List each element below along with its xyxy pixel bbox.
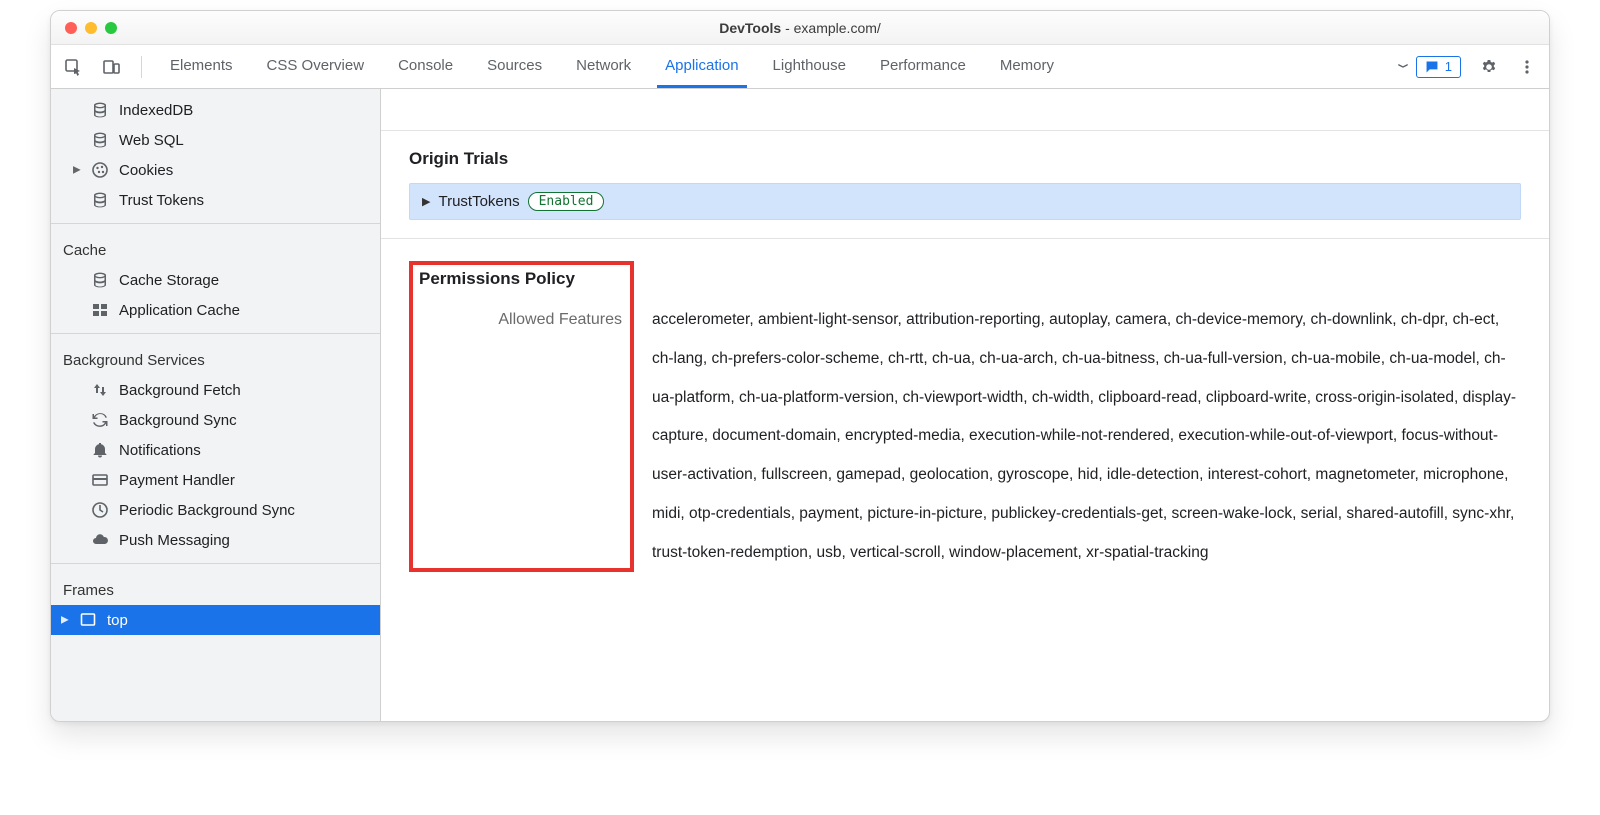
sidebar-group-cache: Cache — [51, 232, 380, 265]
clock-icon — [91, 501, 109, 519]
sidebar-item-label: Notifications — [119, 442, 201, 459]
tab-css-overview[interactable]: CSS Overview — [259, 45, 373, 88]
tab-performance[interactable]: Performance — [872, 45, 974, 88]
db-icon — [91, 131, 109, 149]
frame-header-spacer — [381, 89, 1549, 131]
allowed-features-label: Allowed Features — [419, 311, 622, 329]
sidebar-item-label: Trust Tokens — [119, 192, 204, 209]
device-toolbar-icon[interactable] — [97, 53, 125, 81]
db-icon — [91, 271, 109, 289]
application-sidebar: IndexedDB Web SQL ▶ Cookies Trust Tokens Cac… — [51, 89, 381, 721]
tab-console[interactable]: Console — [390, 45, 461, 88]
settings-icon[interactable] — [1475, 53, 1503, 81]
sidebar-item-label: Background Fetch — [119, 382, 241, 399]
sidebar-item-cache-storage[interactable]: Cache Storage — [51, 265, 380, 295]
tab-sources[interactable]: Sources — [479, 45, 550, 88]
frame-icon — [79, 611, 97, 629]
sidebar-item-cookies[interactable]: ▶ Cookies — [51, 155, 380, 185]
sidebar-item-label: Web SQL — [119, 132, 184, 149]
separator — [51, 563, 380, 564]
separator — [141, 56, 142, 78]
sidebar-item-notifications[interactable]: Notifications — [51, 435, 380, 465]
bell-icon — [91, 441, 109, 459]
db-icon — [91, 191, 109, 209]
zoom-window-icon[interactable] — [105, 22, 117, 34]
card-icon — [91, 471, 109, 489]
origin-trials-section: Origin Trials ▶ TrustTokens Enabled — [381, 131, 1549, 220]
permissions-policy-highlight-box: Permissions Policy Allowed Features — [409, 261, 634, 572]
tab-lighthouse[interactable]: Lighthouse — [765, 45, 854, 88]
expand-caret-icon: ▶ — [422, 195, 430, 208]
origin-trial-row[interactable]: ▶ TrustTokens Enabled — [409, 183, 1521, 220]
sidebar-item-application-cache[interactable]: Application Cache — [51, 295, 380, 325]
sidebar-item-label: Cache Storage — [119, 272, 219, 289]
tab-memory[interactable]: Memory — [992, 45, 1062, 88]
window-title-site: example.com/ — [794, 20, 881, 36]
window-title-app: DevTools — [719, 20, 781, 36]
sync-icon — [91, 411, 109, 429]
sidebar-item-indexeddb[interactable]: IndexedDB — [51, 95, 380, 125]
sidebar-item-label: Payment Handler — [119, 472, 235, 489]
permissions-policy-section: Permissions Policy Allowed Features acce… — [381, 239, 1549, 596]
sidebar-item-label: Cookies — [119, 162, 173, 179]
more-tabs-icon[interactable] — [1390, 45, 1416, 88]
grid-icon — [91, 301, 109, 319]
sidebar-item-label: Push Messaging — [119, 532, 230, 549]
sidebar-item-trust-tokens[interactable]: Trust Tokens — [51, 185, 380, 215]
expand-caret-icon: ▶ — [73, 165, 81, 176]
tabsbar: Elements CSS Overview Console Sources Networ… — [51, 45, 1549, 89]
origin-trial-name: TrustTokens — [438, 193, 519, 210]
window-title: DevTools - example.com/ — [51, 20, 1549, 36]
db-icon — [91, 101, 109, 119]
sidebar-item-background-sync[interactable]: Background Sync — [51, 405, 380, 435]
sidebar-item-label: Application Cache — [119, 302, 240, 319]
tab-elements[interactable]: Elements — [162, 45, 241, 88]
sidebar-item-label: top — [107, 612, 128, 629]
sidebar-item-web-sql[interactable]: Web SQL — [51, 125, 380, 155]
sidebar-group-background-services: Background Services — [51, 342, 380, 375]
cloud-icon — [91, 531, 109, 549]
inspect-element-icon[interactable] — [59, 53, 87, 81]
more-menu-icon[interactable] — [1513, 53, 1541, 81]
minimize-window-icon[interactable] — [85, 22, 97, 34]
separator — [51, 223, 380, 224]
sidebar-item-push-messaging[interactable]: Push Messaging — [51, 525, 380, 555]
sidebar-item-label: Background Sync — [119, 412, 237, 429]
tab-application[interactable]: Application — [657, 45, 746, 88]
issues-count: 1 — [1445, 59, 1452, 74]
sidebar-item-background-fetch[interactable]: Background Fetch — [51, 375, 380, 405]
sidebar-item-periodic-background-sync[interactable]: Periodic Background Sync — [51, 495, 380, 525]
allowed-features-values: accelerometer, ambient-light-sensor, att… — [652, 261, 1521, 572]
expand-caret-icon: ▶ — [61, 615, 69, 626]
sidebar-item-payment-handler[interactable]: Payment Handler — [51, 465, 380, 495]
cookie-icon — [91, 161, 109, 179]
permissions-policy-heading: Permissions Policy — [419, 269, 622, 289]
main-pane: Origin Trials ▶ TrustTokens Enabled Perm… — [381, 89, 1549, 721]
sidebar-item-top[interactable]: ▶ top — [51, 605, 380, 635]
close-window-icon[interactable] — [65, 22, 77, 34]
tab-network[interactable]: Network — [568, 45, 639, 88]
separator — [51, 333, 380, 334]
sidebar-item-label: Periodic Background Sync — [119, 502, 295, 519]
issues-icon — [1425, 60, 1439, 74]
issues-chip[interactable]: 1 — [1416, 56, 1461, 78]
updown-icon — [91, 381, 109, 399]
sidebar-item-label: IndexedDB — [119, 102, 193, 119]
origin-trials-heading: Origin Trials — [409, 149, 1521, 169]
devtools-window: DevTools - example.com/ Elements CSS Over… — [50, 10, 1550, 722]
panel-tabs: Elements CSS Overview Console Sources Networ… — [162, 45, 1390, 88]
traffic-lights — [65, 22, 117, 34]
titlebar: DevTools - example.com/ — [51, 11, 1549, 45]
sidebar-group-frames: Frames — [51, 572, 380, 605]
origin-trial-status-badge: Enabled — [528, 192, 605, 211]
